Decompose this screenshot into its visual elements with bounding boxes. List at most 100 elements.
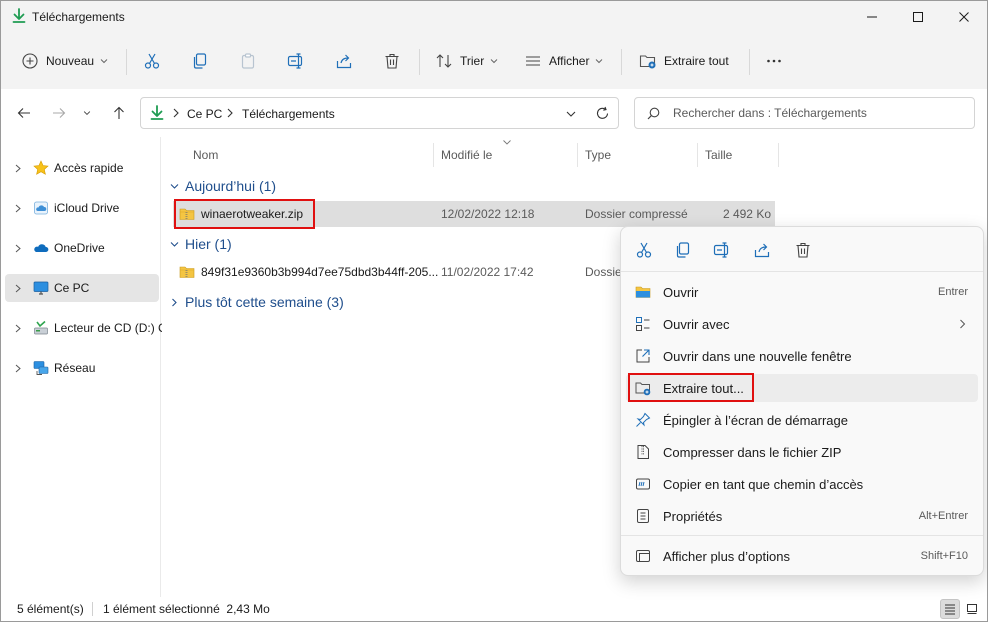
refresh-icon[interactable]: [595, 106, 610, 121]
menu-item-open[interactable]: Ouvrir Entrer: [626, 278, 978, 306]
navigation-bar: Ce PC Téléchargements: [1, 89, 987, 137]
properties-icon: [637, 509, 649, 523]
up-button[interactable]: [108, 102, 130, 124]
chevron-right-icon: [227, 108, 233, 118]
sort-button[interactable]: Trier: [435, 45, 498, 77]
file-type: Dossie: [585, 265, 622, 279]
menu-item-label: Afficher plus d’options: [663, 549, 790, 564]
tiles-view-button[interactable]: [962, 599, 982, 619]
arrow-up-icon: [114, 106, 124, 119]
group-header-earlier[interactable]: Plus tôt cette semaine (3): [170, 294, 344, 310]
breadcrumb-telechargements[interactable]: Téléchargements: [242, 107, 335, 121]
column-divider[interactable]: [433, 143, 434, 167]
sidebar-item-label: Ce PC: [54, 281, 90, 295]
menu-item-open-with[interactable]: Ouvrir avec: [626, 310, 978, 338]
menu-item-open-new-window[interactable]: Ouvrir dans une nouvelle fenêtre: [626, 342, 978, 370]
menu-item-show-more-options[interactable]: Afficher plus d’options Shift+F10: [626, 542, 978, 570]
file-type: Dossier compressé: [585, 207, 688, 221]
group-label: Hier (1): [185, 236, 232, 252]
context-rename-button[interactable]: [709, 237, 735, 263]
column-header-size[interactable]: Taille: [705, 148, 732, 162]
menu-item-shortcut: Entrer: [938, 286, 968, 298]
column-divider[interactable]: [697, 143, 698, 167]
chevron-right-icon[interactable]: [14, 364, 22, 373]
context-cut-button[interactable]: [631, 237, 657, 263]
column-header-modified[interactable]: Modifié le: [441, 148, 492, 162]
new-label: Nouveau: [46, 54, 95, 68]
column-header-name[interactable]: Nom: [193, 148, 218, 162]
more-options-button[interactable]: [763, 45, 785, 77]
close-button[interactable]: [941, 1, 987, 33]
delete-button[interactable]: [383, 45, 401, 77]
search-input[interactable]: [673, 104, 968, 122]
chevron-down-icon: [170, 241, 179, 247]
group-header-today[interactable]: Aujourd’hui (1): [170, 178, 276, 194]
chevron-right-icon[interactable]: [14, 164, 22, 173]
menu-item-properties[interactable]: Propriétés Alt+Entrer: [626, 502, 978, 530]
sidebar-item-network[interactable]: Réseau: [5, 354, 159, 382]
chevron-down-icon: [100, 59, 108, 64]
recent-locations-button[interactable]: [79, 102, 95, 124]
file-size: 2 492 Ko: [722, 207, 771, 221]
sort-arrows-icon: [436, 54, 452, 68]
chevron-right-icon[interactable]: [14, 324, 22, 333]
new-button[interactable]: Nouveau: [21, 45, 108, 77]
sidebar-item-label: OneDrive: [54, 241, 105, 255]
chevron-right-icon: [960, 319, 966, 329]
copy-icon: [676, 242, 690, 258]
paste-button[interactable]: [239, 45, 257, 77]
group-label: Plus tôt cette semaine (3): [185, 294, 344, 310]
chevron-down-icon[interactable]: [565, 108, 577, 120]
menu-item-compress-zip[interactable]: Compresser dans le fichier ZIP: [626, 438, 978, 466]
network-icon: [33, 361, 49, 375]
monitor-icon: [33, 281, 49, 295]
share-button[interactable]: [335, 45, 353, 77]
menu-item-pin-to-start[interactable]: Épingler à l’écran de démarrage: [626, 406, 978, 434]
sidebar-item-cd-drive[interactable]: Lecteur de CD (D:) C: [5, 314, 167, 342]
zip-file-icon: [637, 445, 649, 459]
sidebar-item-quick-access[interactable]: Accès rapide: [5, 154, 159, 182]
search-box[interactable]: [634, 97, 975, 129]
copy-path-icon: [636, 478, 650, 490]
context-delete-button[interactable]: [790, 237, 816, 263]
menu-item-copy-as-path[interactable]: Copier en tant que chemin d’accès: [626, 470, 978, 498]
column-header-type[interactable]: Type: [585, 148, 611, 162]
copy-button[interactable]: [191, 45, 209, 77]
details-view-icon: [945, 604, 955, 615]
ellipsis-icon: [767, 59, 781, 63]
chevron-down-icon: [596, 59, 603, 64]
extract-folder-icon: [639, 55, 656, 69]
sidebar-item-onedrive[interactable]: OneDrive: [5, 234, 159, 262]
chevron-right-icon[interactable]: [14, 284, 22, 293]
details-view-button[interactable]: [940, 599, 960, 619]
plus-circle-icon: [22, 53, 38, 69]
view-button[interactable]: Afficher: [524, 45, 603, 77]
chevron-right-icon[interactable]: [14, 244, 22, 253]
file-name: 849f31e9360b3b994d7ee75dbd3b44ff-205...: [201, 265, 439, 279]
annotation-highlight-box: [628, 373, 754, 402]
arrow-right-icon: [53, 108, 66, 118]
context-share-button[interactable]: [749, 237, 775, 263]
maximize-button[interactable]: [895, 1, 941, 33]
extract-all-label: Extraire tout: [664, 54, 729, 68]
address-bar[interactable]: Ce PC Téléchargements: [140, 97, 619, 129]
sidebar-item-this-pc[interactable]: Ce PC: [5, 274, 159, 302]
cut-button[interactable]: [143, 45, 161, 77]
forward-button[interactable]: [48, 102, 70, 124]
column-divider[interactable]: [577, 143, 578, 167]
navigation-pane: Accès rapide iCloud Drive OneDrive Ce PC: [1, 137, 167, 597]
context-copy-button[interactable]: [670, 237, 696, 263]
back-button[interactable]: [13, 102, 35, 124]
selection-info: 1 élément sélectionné 2,43 Mo: [103, 602, 270, 616]
minimize-button[interactable]: [849, 1, 895, 33]
rename-button[interactable]: [287, 45, 305, 77]
chevron-right-icon[interactable]: [14, 204, 22, 213]
breadcrumb-ce-pc[interactable]: Ce PC: [187, 107, 222, 121]
sidebar-item-icloud-drive[interactable]: iCloud Drive: [5, 194, 159, 222]
group-header-yesterday[interactable]: Hier (1): [170, 236, 232, 252]
extract-all-button[interactable]: Extraire tout: [639, 45, 729, 77]
menu-item-label: Ouvrir: [663, 285, 699, 300]
sort-label: Trier: [460, 54, 485, 68]
column-divider[interactable]: [778, 143, 779, 167]
file-modified: 12/02/2022 12:18: [441, 207, 535, 221]
